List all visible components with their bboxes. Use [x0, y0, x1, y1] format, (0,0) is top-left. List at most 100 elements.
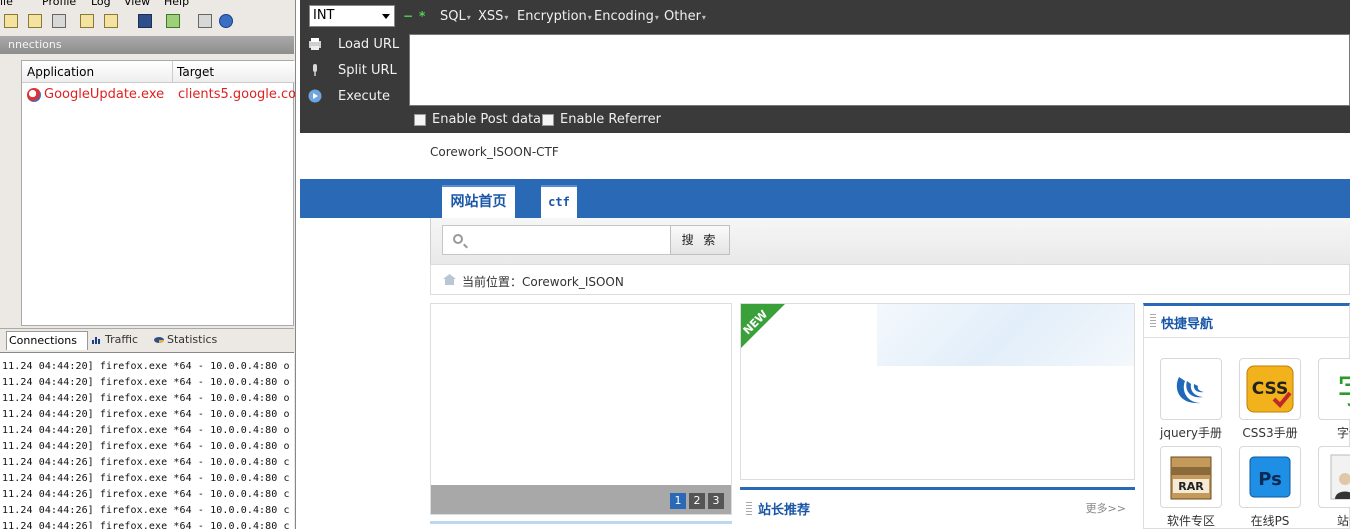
export-icon[interactable] [166, 14, 180, 28]
image-slider[interactable]: 1 2 3 [430, 303, 732, 515]
log-line: 11.24 04:44:20] firefox.exe *64 - 10.0.0… [2, 441, 290, 452]
recommend-title: 站长推荐 [758, 503, 811, 518]
url-textarea[interactable] [409, 34, 1350, 106]
enable-referrer-label: Enable Referrer [560, 112, 661, 127]
menu-profile[interactable]: Profile [42, 0, 76, 8]
menu-sql[interactable]: SQL▾ [440, 9, 471, 24]
tab-traffic[interactable]: Traffic [90, 331, 150, 350]
grip-icon [746, 502, 752, 516]
split-url-label: Split URL [338, 63, 397, 78]
breadcrumb: 当前位置：Corework_ISOON [430, 264, 1350, 295]
traffic-chart-icon [92, 337, 100, 344]
rar-icon: RAR [1170, 456, 1212, 500]
quick-item-ps-label: 在线PS [1250, 514, 1290, 528]
connections-table-header: Application Target [22, 61, 295, 83]
column-divider[interactable] [172, 61, 173, 83]
column-application[interactable]: Application [27, 65, 94, 79]
find-icon[interactable] [52, 14, 66, 28]
row-target: clients5.google.com [178, 87, 296, 102]
quick-item-software[interactable]: RAR [1160, 446, 1222, 508]
proxifier-window: ile Profile Log View Help nnections Appl… [0, 0, 296, 529]
checkbox-box[interactable] [542, 114, 554, 126]
menu-log[interactable]: Log [91, 0, 111, 8]
menu-encryption[interactable]: Encryption▾ [517, 9, 592, 24]
tab-home[interactable]: 网站首页 [442, 185, 515, 218]
log-line: 11.24 04:44:26] firefox.exe *64 - 10.0.0… [2, 521, 290, 529]
quick-item-jquery-label: jquery手册 [1160, 426, 1222, 440]
quick-nav-panel: 快捷导航 jquery手册 CSS CSS3手册 字 RAR 软件专区 Ps 在… [1143, 303, 1350, 529]
increase-icon[interactable]: * [419, 9, 425, 23]
quick-item-webmaster[interactable] [1318, 446, 1350, 508]
site-title: Corework_ISOON-CTF [430, 145, 559, 159]
jquery-icon [1176, 377, 1204, 404]
menu-file[interactable]: ile [0, 0, 13, 8]
execute-play-icon [308, 89, 322, 103]
new-rule-icon[interactable] [80, 14, 94, 28]
open-icon[interactable] [4, 14, 18, 28]
quick-item-font-label: 字体 [1336, 426, 1350, 440]
log-line: 11.24 04:44:26] firefox.exe *64 - 10.0.0… [2, 489, 290, 500]
css3-icon: CSS [1246, 365, 1294, 413]
grip-icon [1150, 314, 1156, 328]
print-icon[interactable] [198, 14, 212, 28]
table-row[interactable]: GoogleUpdate.exe clients5.google.com [22, 87, 295, 105]
save-icon[interactable] [138, 14, 152, 28]
tab-statistics[interactable]: Statistics [152, 331, 222, 350]
connections-panel-title: nnections [0, 36, 294, 54]
type-select[interactable]: INT [309, 5, 395, 27]
menu-other[interactable]: Other▾ [664, 9, 706, 24]
column-target[interactable]: Target [177, 65, 214, 79]
menu-xss[interactable]: XSS▾ [478, 9, 508, 24]
load-url-button[interactable]: Load URL [306, 34, 406, 56]
left-gutter [0, 54, 20, 329]
menu-encryption-label: Encryption [517, 9, 587, 24]
tab-statistics-label: Statistics [167, 333, 218, 346]
search-button[interactable]: 搜 索 [670, 225, 730, 255]
search-icon [453, 234, 463, 244]
quick-item-font[interactable]: 字 [1318, 358, 1350, 420]
caret-icon: ▾ [701, 13, 706, 22]
quick-item-css3-label: CSS3手册 [1242, 426, 1298, 440]
log-output[interactable]: 11.24 04:44:20] firefox.exe *64 - 10.0.0… [0, 352, 294, 529]
featured-banner[interactable]: NEW [740, 303, 1135, 480]
menu-encoding-label: Encoding [594, 9, 654, 24]
quick-item-jquery[interactable] [1160, 358, 1222, 420]
page-content: 搜 索 当前位置：Corework_ISOON 1 2 3 NEW 站长推荐 更… [430, 218, 1350, 529]
slider-page-1[interactable]: 1 [670, 493, 686, 509]
checkbox-box[interactable] [414, 114, 426, 126]
proxifier-menubar: ile Profile Log View Help [0, 0, 295, 8]
main-nav: 网站首页 ctf [300, 179, 1350, 218]
menu-xss-label: XSS [478, 9, 504, 24]
slider-page-3[interactable]: 3 [708, 493, 724, 509]
menu-view[interactable]: View [124, 0, 150, 8]
svg-text:RAR: RAR [1178, 480, 1204, 493]
decrease-icon[interactable]: − [403, 9, 413, 23]
quick-nav-title: 快捷导航 [1161, 317, 1214, 332]
menu-encoding[interactable]: Encoding▾ [594, 9, 659, 24]
banner-highlight [877, 304, 1134, 366]
breadcrumb-text: 当前位置：Corework_ISOON [462, 275, 624, 289]
chevron-down-icon [382, 14, 390, 19]
tab-connections[interactable]: Connections [6, 331, 88, 350]
quick-item-css3[interactable]: CSS [1239, 358, 1301, 420]
slider-bottom-border [430, 521, 732, 529]
webmaster-icon [1330, 454, 1350, 500]
profile-icon[interactable] [28, 14, 42, 28]
slider-page-2[interactable]: 2 [689, 493, 705, 509]
quick-item-ps[interactable]: Ps [1239, 446, 1301, 508]
split-url-button[interactable]: Split URL [306, 60, 406, 82]
menu-help[interactable]: Help [164, 0, 189, 8]
log-line: 11.24 04:44:20] firefox.exe *64 - 10.0.0… [2, 409, 290, 420]
log-line: 11.24 04:44:20] firefox.exe *64 - 10.0.0… [2, 361, 290, 372]
connections-table[interactable]: Application Target GoogleUpdate.exe clie… [21, 60, 295, 326]
hackbar-panel: INT − * SQL▾ XSS▾ Encryption▾ Encoding▾ … [300, 0, 1350, 133]
quick-nav-header: 快捷导航 [1144, 306, 1350, 338]
recommend-more-link[interactable]: 更多>> [1086, 500, 1126, 516]
log-line: 11.24 04:44:20] firefox.exe *64 - 10.0.0… [2, 377, 290, 388]
tab-ctf[interactable]: ctf [541, 185, 577, 218]
help-icon[interactable] [219, 14, 233, 28]
log-line: 11.24 04:44:20] firefox.exe *64 - 10.0.0… [2, 425, 290, 436]
execute-button[interactable]: Execute [306, 86, 406, 108]
search-input[interactable] [442, 225, 671, 255]
folder-icon[interactable] [104, 14, 118, 28]
